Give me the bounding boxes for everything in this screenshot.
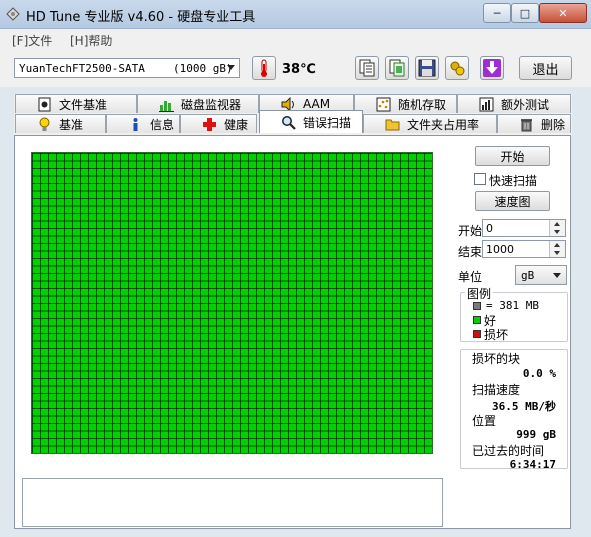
spin-down-icon[interactable] — [554, 230, 560, 234]
unit-value: gB — [521, 269, 535, 282]
temperature-readout: 38℃ — [282, 62, 316, 77]
benchmark-icon — [39, 117, 50, 131]
thermometer-icon — [261, 59, 267, 77]
tab-label: 错误扫描 — [303, 115, 352, 130]
floppy-disk-icon — [418, 59, 436, 77]
tab-label: 文件夹占用率 — [407, 117, 480, 132]
copy-icon — [359, 59, 375, 77]
position-label: 位置 — [472, 414, 497, 428]
quick-scan-checkbox[interactable] — [474, 173, 486, 185]
title-bar[interactable]: HD Tune 专业版 v4.60 - 硬盘专业工具 ─ □ ✕ — [0, 0, 591, 29]
save-button[interactable] — [415, 56, 439, 80]
options-button[interactable] — [445, 56, 469, 80]
copy-button[interactable] — [355, 56, 379, 80]
tab-label: 额外测试 — [501, 97, 550, 112]
end-label: 结束 — [458, 245, 483, 259]
app-icon — [6, 7, 20, 21]
block-map — [31, 152, 433, 454]
elapsed-time-value: 6:34:17 — [509, 458, 556, 471]
quick-scan-label: 快速扫描 — [489, 174, 538, 188]
menu-file[interactable]: [F]文件 — [12, 32, 52, 49]
tab-extra-tests[interactable]: 额外测试 — [457, 94, 571, 113]
drive-size: (1000 gB) — [173, 62, 233, 75]
end-position-input[interactable]: 1000 — [482, 240, 566, 258]
tab-disk-monitor[interactable]: 磁盘监视器 — [137, 94, 259, 113]
toolbar: YuanTechFT2500-SATA (1000 gB) 38℃ 退出 — [0, 51, 591, 87]
menu-bar: [F]文件 [H]帮助 — [0, 29, 591, 51]
scan-speed-label: 扫描速度 — [472, 383, 521, 397]
window-title: HD Tune 专业版 v4.60 - 硬盘专业工具 — [26, 10, 256, 25]
tab-label: 信息 — [150, 117, 175, 132]
folder-icon — [385, 119, 400, 130]
start-label: 开始 — [458, 224, 483, 238]
speed-map-button[interactable]: 速度图 — [475, 191, 550, 211]
good-swatch — [473, 316, 481, 324]
file-benchmark-icon — [38, 97, 51, 111]
tab-label: 文件基准 — [59, 97, 108, 112]
menu-help[interactable]: [H]帮助 — [70, 32, 112, 49]
unit-select[interactable]: gB — [515, 265, 567, 285]
copy-all-button[interactable] — [385, 56, 409, 80]
block-size-swatch — [473, 302, 481, 310]
tab-label: 删除 — [541, 117, 566, 132]
spin-up-icon[interactable] — [554, 243, 560, 247]
start-spinner[interactable] — [549, 220, 565, 236]
tab-strip: 文件基准 磁盘监视器 AAM 随机存取 额外测试 基准 信息 健康 错误扫描 文… — [14, 94, 572, 136]
tab-folder-usage[interactable]: 文件夹占用率 — [363, 114, 497, 133]
tab-erase[interactable]: 删除 — [497, 114, 571, 133]
drive-select[interactable]: YuanTechFT2500-SATA (1000 gB) — [14, 58, 240, 78]
end-value: 1000 — [486, 243, 514, 256]
start-position-input[interactable]: 0 — [482, 219, 566, 237]
drive-name: YuanTechFT2500-SATA — [19, 62, 145, 75]
close-button[interactable]: ✕ — [539, 3, 587, 23]
bad-swatch — [473, 330, 481, 338]
trash-icon — [521, 118, 532, 131]
spin-down-icon[interactable] — [554, 251, 560, 255]
unit-label: 单位 — [458, 270, 483, 284]
tab-label: 随机存取 — [398, 97, 447, 112]
start-value: 0 — [486, 222, 493, 235]
random-access-icon — [376, 97, 391, 111]
tab-label: 健康 — [224, 117, 249, 132]
info-icon — [133, 117, 138, 131]
position-value: 999 gB — [516, 428, 556, 441]
disk-monitor-icon — [159, 100, 174, 112]
tab-random-access[interactable]: 随机存取 — [354, 94, 457, 113]
tab-label: 磁盘监视器 — [181, 97, 242, 112]
temperature-button[interactable] — [252, 56, 276, 80]
elapsed-time-label: 已过去的时间 — [472, 444, 545, 458]
start-scan-button[interactable]: 开始 — [475, 146, 550, 166]
health-icon — [203, 117, 216, 131]
download-arrow-icon — [483, 59, 501, 77]
tab-file-benchmark[interactable]: 文件基准 — [15, 94, 137, 113]
damaged-blocks-label: 损坏的块 — [472, 352, 521, 366]
legend-bad: 损坏 — [484, 328, 509, 342]
magnifier-icon — [282, 115, 296, 130]
extra-tests-icon — [479, 97, 494, 111]
spin-up-icon[interactable] — [554, 222, 560, 226]
tab-health[interactable]: 健康 — [180, 114, 257, 133]
chevron-down-icon — [227, 65, 235, 70]
tab-error-scan[interactable]: 错误扫描 — [259, 110, 363, 133]
legend-block-size: = 381 MB — [486, 299, 539, 312]
copy-all-icon — [389, 59, 405, 77]
damaged-blocks-value: 0.0 % — [522, 367, 556, 380]
tab-label: 基准 — [59, 117, 84, 132]
tools-icon — [450, 61, 465, 76]
maximize-button[interactable]: □ — [511, 3, 539, 23]
download-button[interactable] — [480, 56, 504, 80]
tab-benchmark[interactable]: 基准 — [15, 114, 106, 133]
tab-label: AAM — [303, 97, 331, 111]
exit-button[interactable]: 退出 — [519, 56, 572, 80]
chevron-down-icon — [553, 273, 561, 278]
tab-info[interactable]: 信息 — [106, 114, 180, 133]
end-spinner[interactable] — [549, 241, 565, 257]
log-textbox[interactable] — [22, 478, 443, 527]
minimize-button[interactable]: ─ — [483, 3, 511, 23]
